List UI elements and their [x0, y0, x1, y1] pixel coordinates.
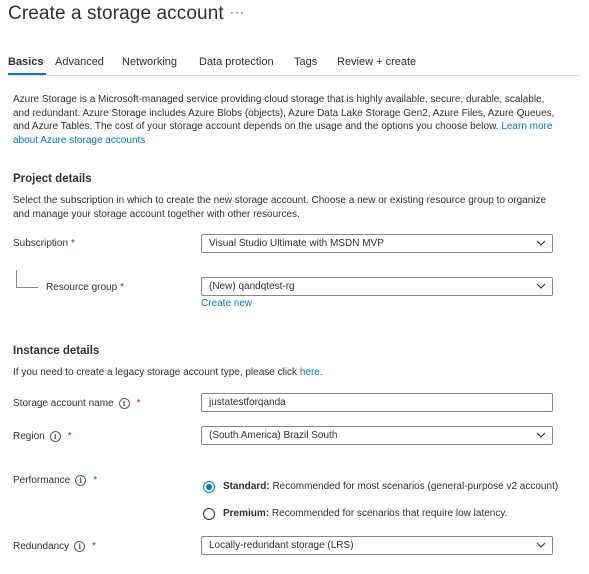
project-details-description: Select the subscription in which to crea…: [13, 195, 547, 220]
required-mark: *: [67, 431, 72, 442]
performance-premium-radio[interactable]: [203, 508, 215, 520]
tab-data-protection[interactable]: Data protection: [199, 56, 274, 68]
resource-group-label: Resource group *: [46, 282, 124, 293]
subscription-label: Subscription *: [13, 238, 75, 249]
redundancy-select[interactable]: Locally-redundant storage (LRS): [201, 536, 553, 555]
chevron-down-icon: [536, 542, 546, 548]
more-icon[interactable]: ···: [230, 5, 245, 19]
performance-standard-radio[interactable]: [203, 481, 215, 493]
standard-option-name: Standard:: [223, 481, 270, 492]
performance-standard-text: Standard: Recommended for most scenarios…: [223, 481, 558, 492]
resource-group-value: (New) qandqtest-rg: [209, 281, 295, 292]
subscription-value: Visual Studio Ultimate with MSDN MVP: [209, 238, 384, 249]
tab-tags[interactable]: Tags: [294, 56, 317, 68]
required-mark: *: [93, 475, 98, 486]
performance-premium-text: Premium: Recommended for scenarios that …: [223, 508, 507, 519]
chevron-down-icon: [536, 240, 546, 246]
resource-group-label-text: Resource group: [46, 282, 118, 293]
resource-group-connector: [16, 270, 38, 288]
tabs-divider: [8, 75, 581, 76]
performance-label: Performance i *: [13, 475, 97, 486]
tab-networking[interactable]: Networking: [122, 56, 177, 68]
region-label-text: Region: [13, 431, 45, 442]
premium-option-name: Premium:: [223, 508, 270, 519]
info-icon[interactable]: i: [49, 431, 61, 442]
resource-group-select[interactable]: (New) qandqtest-rg: [201, 277, 553, 296]
project-details-heading: Project details: [13, 173, 92, 185]
region-value: (South America) Brazil South: [209, 430, 338, 441]
required-mark: *: [120, 282, 125, 293]
intro-text: Azure Storage is a Microsoft-managed ser…: [13, 93, 563, 147]
standard-option-description: Recommended for most scenarios (general-…: [272, 481, 559, 492]
storage-account-name-input[interactable]: justatestforqanda: [201, 393, 553, 412]
create-new-link[interactable]: Create new: [201, 298, 252, 309]
info-icon[interactable]: i: [75, 475, 87, 486]
required-mark: *: [92, 541, 97, 552]
storage-account-name-label-text: Storage account name: [13, 398, 114, 409]
storage-account-name-value: justatestforqanda: [209, 397, 286, 408]
performance-label-text: Performance: [13, 475, 71, 486]
required-mark: *: [136, 398, 141, 409]
info-icon[interactable]: i: [74, 541, 86, 552]
legacy-here-link[interactable]: here: [300, 367, 320, 378]
chevron-down-icon: [536, 432, 546, 438]
info-icon[interactable]: i: [118, 398, 130, 409]
tab-review-create[interactable]: Review + create: [337, 56, 416, 68]
redundancy-label-text: Redundancy: [13, 541, 70, 552]
legacy-text: If you need to create a legacy storage a…: [13, 367, 300, 378]
intro-body: Azure Storage is a Microsoft-managed ser…: [13, 94, 555, 132]
region-select[interactable]: (South America) Brazil South: [201, 426, 553, 445]
page-title: Create a storage account: [8, 3, 224, 24]
subscription-label-text: Subscription: [13, 238, 69, 249]
chevron-down-icon: [536, 283, 546, 289]
premium-option-description: Recommended for scenarios that require l…: [271, 508, 508, 519]
subscription-select[interactable]: Visual Studio Ultimate with MSDN MVP: [201, 234, 553, 253]
tab-basics[interactable]: Basics: [8, 56, 43, 68]
redundancy-value: Locally-redundant storage (LRS): [209, 540, 354, 551]
storage-account-name-label: Storage account name i *: [13, 398, 141, 409]
legacy-suffix: .: [319, 367, 323, 378]
instance-details-heading: Instance details: [13, 345, 100, 357]
redundancy-label: Redundancy i *: [13, 541, 96, 552]
required-mark: *: [71, 238, 75, 249]
instance-details-description: If you need to create a legacy storage a…: [13, 366, 563, 380]
region-label: Region i *: [13, 431, 72, 442]
tab-advanced[interactable]: Advanced: [55, 56, 104, 68]
